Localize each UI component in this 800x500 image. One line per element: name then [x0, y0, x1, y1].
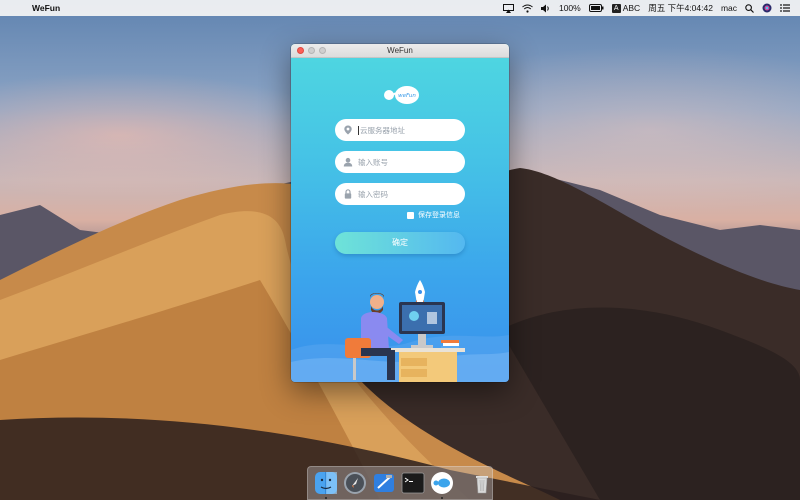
logo-text: weFun	[398, 93, 416, 99]
finder-icon	[315, 472, 337, 494]
app-menu-name[interactable]: WeFun	[32, 3, 60, 13]
xcode-icon	[374, 474, 394, 492]
lock-icon	[343, 189, 353, 199]
window-title: WeFun	[387, 46, 413, 55]
dock-terminal[interactable]	[401, 471, 425, 495]
account-placeholder: 输入账号	[358, 157, 388, 167]
running-indicator	[325, 497, 327, 499]
siri-icon[interactable]	[762, 3, 772, 13]
server-address-placeholder: 云服务器地址	[360, 125, 405, 135]
server-address-input[interactable]: 云服务器地址	[335, 119, 465, 141]
airplay-icon[interactable]	[502, 3, 514, 13]
remember-login-label: 保存登录信息	[418, 211, 460, 219]
dock-wefun[interactable]	[430, 471, 454, 499]
user-menu[interactable]: mac	[721, 3, 737, 13]
dock-launchpad[interactable]	[343, 471, 367, 495]
remember-login-checkbox[interactable]	[407, 211, 414, 219]
password-input[interactable]: 输入密码	[335, 183, 465, 205]
dock-trash[interactable]	[470, 471, 494, 495]
wifi-icon[interactable]	[522, 4, 533, 13]
password-placeholder: 输入密码	[358, 189, 388, 199]
dock-xcode[interactable]	[372, 471, 396, 495]
confirm-button[interactable]: 确定	[335, 232, 465, 254]
account-input[interactable]: 输入账号	[335, 151, 465, 173]
input-source-menu[interactable]: A ABC	[611, 3, 641, 13]
text-caret	[358, 125, 359, 135]
login-window: WeFun weFun 云服务器地址 输入账号 输入密码 保存登录信息 确定	[291, 44, 509, 382]
remember-login-toggle[interactable]: 保存登录信息	[407, 210, 460, 220]
battery-icon[interactable]	[588, 4, 604, 12]
battery-percent: 100%	[558, 3, 581, 13]
wefun-logo: weFun	[384, 86, 419, 104]
notification-center-icon[interactable]	[780, 4, 790, 12]
window-titlebar[interactable]: WeFun	[291, 44, 509, 58]
clock[interactable]: 周五 下午4:04:42	[648, 2, 713, 14]
status-area: 100% A ABC 周五 下午4:04:42 mac	[502, 2, 800, 14]
running-indicator	[441, 497, 443, 499]
wefun-app-icon	[431, 472, 453, 494]
terminal-icon	[401, 472, 425, 494]
launchpad-icon	[344, 472, 366, 494]
input-source-label: ABC	[622, 3, 641, 13]
location-pin-icon	[343, 125, 353, 135]
trash-icon	[476, 476, 488, 494]
volume-icon[interactable]	[540, 4, 551, 13]
dock	[307, 466, 493, 500]
spotlight-icon[interactable]	[745, 3, 754, 13]
menu-bar: WeFun 100% A ABC 周五 下午4:04:42 mac	[0, 0, 800, 16]
input-source-icon: A	[611, 3, 621, 13]
user-icon	[343, 157, 353, 167]
dock-finder[interactable]	[314, 471, 338, 499]
developer-illustration	[291, 280, 509, 382]
